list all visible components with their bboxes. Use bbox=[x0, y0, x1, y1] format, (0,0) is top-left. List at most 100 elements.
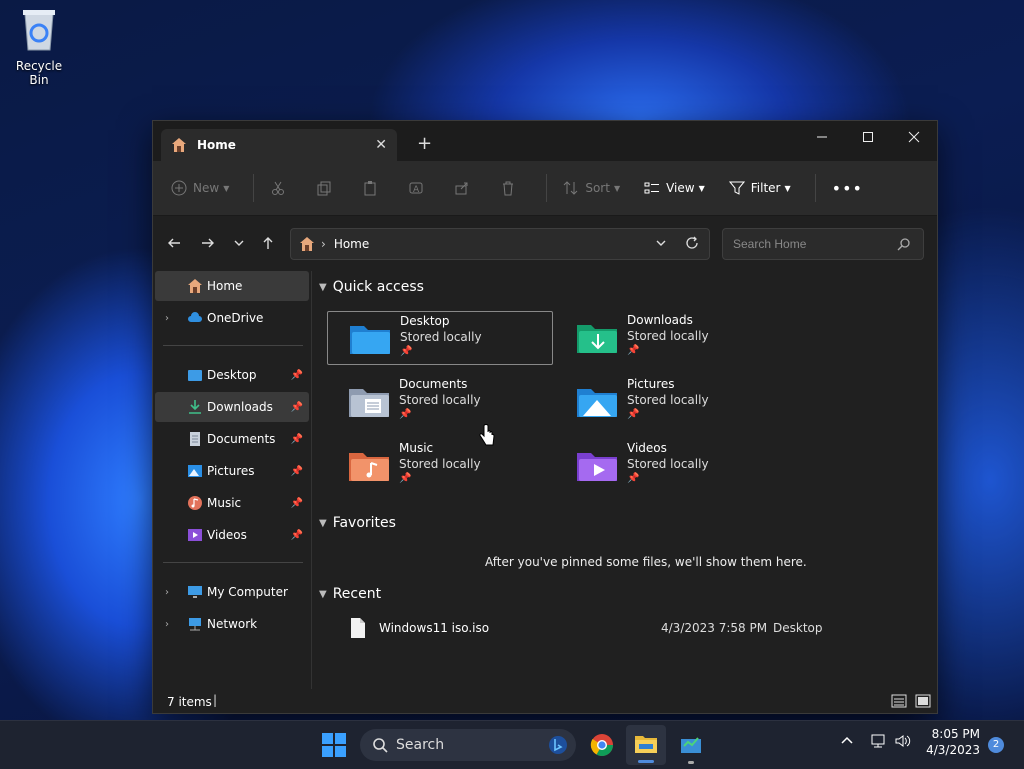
new-tab-button[interactable]: + bbox=[417, 133, 432, 154]
pin-icon: 📌 bbox=[627, 473, 640, 484]
arrow-right-icon bbox=[202, 238, 214, 248]
sidebar-item-label: Network bbox=[207, 617, 258, 631]
sidebar-divider bbox=[163, 345, 303, 346]
pin-icon: 📌 bbox=[399, 409, 412, 420]
cut-button[interactable] bbox=[270, 180, 292, 196]
rename-button[interactable]: A bbox=[408, 180, 430, 196]
sidebar-item-home[interactable]: Home bbox=[155, 271, 309, 301]
taskbar: Search 8:05 PM 4/3/2023 2 bbox=[0, 720, 1024, 769]
notification-badge[interactable]: 2 bbox=[988, 737, 1004, 753]
filter-icon bbox=[728, 181, 745, 195]
tab-close-icon[interactable]: ✕ bbox=[375, 137, 387, 153]
more-options-button[interactable]: ••• bbox=[832, 179, 863, 198]
sidebar-item-pictures[interactable]: Pictures 📌 bbox=[155, 456, 309, 486]
chevron-down-icon bbox=[234, 240, 244, 246]
refresh-icon bbox=[686, 236, 698, 249]
command-bar: New ▼ A Sort ▼ View ▼ Filter ▼ ••• bbox=[153, 161, 937, 216]
app-icon bbox=[681, 737, 701, 753]
details-view-button[interactable] bbox=[891, 693, 907, 712]
file-explorer-window[interactable]: Home ✕ + New ▼ A Sort ▼ View ▼ Filter ▼ … bbox=[152, 120, 938, 714]
address-history-button[interactable] bbox=[655, 237, 667, 252]
taskbar-clock[interactable]: 8:05 PM 4/3/2023 bbox=[920, 727, 980, 757]
sidebar-item-network[interactable]: › Network bbox=[155, 609, 309, 639]
plus-circle-icon bbox=[171, 180, 187, 196]
sidebar-item-my-computer[interactable]: › My Computer bbox=[155, 577, 309, 607]
recent-file-name: Windows11 iso.iso bbox=[379, 621, 490, 635]
share-icon bbox=[455, 182, 468, 195]
filter-button[interactable]: Filter ▼ bbox=[728, 180, 791, 196]
folder-name: Documents bbox=[399, 377, 468, 391]
chevron-right-icon[interactable]: › bbox=[165, 313, 169, 324]
clipboard-icon bbox=[364, 181, 376, 196]
quick-access-item-pictures[interactable]: Pictures Stored locally 📌 bbox=[555, 375, 779, 427]
minimize-button[interactable] bbox=[799, 121, 845, 153]
taskbar-search[interactable]: Search bbox=[360, 729, 576, 761]
quick-access-item-music[interactable]: Music Stored locally 📌 bbox=[327, 439, 551, 491]
paste-button[interactable] bbox=[362, 180, 384, 196]
sidebar-item-onedrive[interactable]: › OneDrive bbox=[155, 303, 309, 333]
pin-icon: 📌 bbox=[290, 529, 303, 541]
forward-button[interactable] bbox=[201, 236, 215, 253]
close-window-button[interactable] bbox=[891, 121, 937, 153]
share-button[interactable] bbox=[454, 180, 476, 196]
sidebar-item-label: Desktop bbox=[207, 368, 257, 382]
active-app-indicator bbox=[638, 760, 654, 763]
folder-status: Stored locally bbox=[627, 329, 709, 343]
view-button[interactable]: View ▼ bbox=[644, 180, 705, 196]
chrome-taskbar-button[interactable] bbox=[590, 733, 614, 760]
tab-home[interactable]: Home ✕ bbox=[161, 129, 397, 161]
quick-access-item-downloads[interactable]: Downloads Stored locally 📌 bbox=[555, 311, 779, 363]
chevron-up-icon bbox=[841, 736, 853, 744]
sidebar-divider bbox=[163, 562, 303, 563]
search-box[interactable] bbox=[722, 228, 924, 260]
recent-locations-button[interactable] bbox=[233, 236, 245, 253]
quick-access-item-videos[interactable]: Videos Stored locally 📌 bbox=[555, 439, 779, 491]
home-icon bbox=[300, 237, 314, 251]
recycle-bin-desktop-icon[interactable]: Recycle Bin bbox=[6, 8, 72, 87]
sidebar-item-videos[interactable]: Videos 📌 bbox=[155, 520, 309, 550]
chevron-right-icon[interactable]: › bbox=[165, 619, 169, 630]
view-list-icon bbox=[644, 182, 660, 194]
chevron-right-icon[interactable]: › bbox=[165, 587, 169, 598]
quick-access-header[interactable]: ▼ Quick access bbox=[319, 279, 424, 295]
tab-title: Home bbox=[197, 138, 236, 152]
address-bar[interactable]: › Home bbox=[290, 228, 710, 260]
volume-tray-button[interactable] bbox=[894, 733, 912, 752]
file-explorer-taskbar-button[interactable] bbox=[626, 725, 666, 765]
recent-file-row[interactable]: Windows11 iso.iso 4/3/2023 7:58 PM Deskt… bbox=[349, 617, 909, 641]
up-button[interactable] bbox=[261, 236, 275, 253]
copy-button[interactable] bbox=[316, 180, 338, 196]
pin-icon: 📌 bbox=[399, 473, 412, 484]
sidebar-item-downloads[interactable]: Downloads 📌 bbox=[155, 392, 309, 422]
delete-button[interactable] bbox=[500, 180, 522, 196]
breadcrumb-home[interactable]: Home bbox=[334, 237, 369, 251]
refresh-button[interactable] bbox=[685, 236, 699, 253]
network-status-icon bbox=[871, 734, 885, 748]
quick-access-item-documents[interactable]: Documents Stored locally 📌 bbox=[327, 375, 551, 427]
video-icon bbox=[188, 529, 202, 541]
copy-icon bbox=[317, 181, 331, 196]
sidebar-item-music[interactable]: Music 📌 bbox=[155, 488, 309, 518]
quick-access-item-desktop[interactable]: Desktop Stored locally 📌 bbox=[327, 311, 553, 365]
app-taskbar-button[interactable] bbox=[680, 733, 702, 764]
sidebar-item-documents[interactable]: Documents 📌 bbox=[155, 424, 309, 454]
search-input[interactable] bbox=[731, 236, 895, 252]
tiles-view-button[interactable] bbox=[915, 693, 931, 712]
running-app-indicator bbox=[688, 761, 694, 764]
sidebar-item-desktop[interactable]: Desktop 📌 bbox=[155, 360, 309, 390]
sort-button[interactable]: Sort ▼ bbox=[563, 180, 620, 196]
maximize-button[interactable] bbox=[845, 121, 891, 153]
start-button[interactable] bbox=[322, 733, 346, 760]
pin-icon: 📌 bbox=[290, 465, 303, 477]
folder-name: Videos bbox=[627, 441, 667, 455]
recent-header[interactable]: ▼ Recent bbox=[319, 586, 381, 602]
trash-icon bbox=[503, 181, 514, 196]
pane-splitter[interactable] bbox=[311, 271, 312, 689]
home-icon bbox=[172, 138, 186, 152]
favorites-header[interactable]: ▼ Favorites bbox=[319, 515, 396, 531]
folder-name: Downloads bbox=[627, 313, 693, 327]
back-button[interactable] bbox=[167, 236, 181, 253]
new-button[interactable]: New ▼ bbox=[171, 180, 229, 196]
network-tray-button[interactable] bbox=[870, 733, 888, 752]
show-hidden-icons-button[interactable] bbox=[840, 733, 854, 750]
